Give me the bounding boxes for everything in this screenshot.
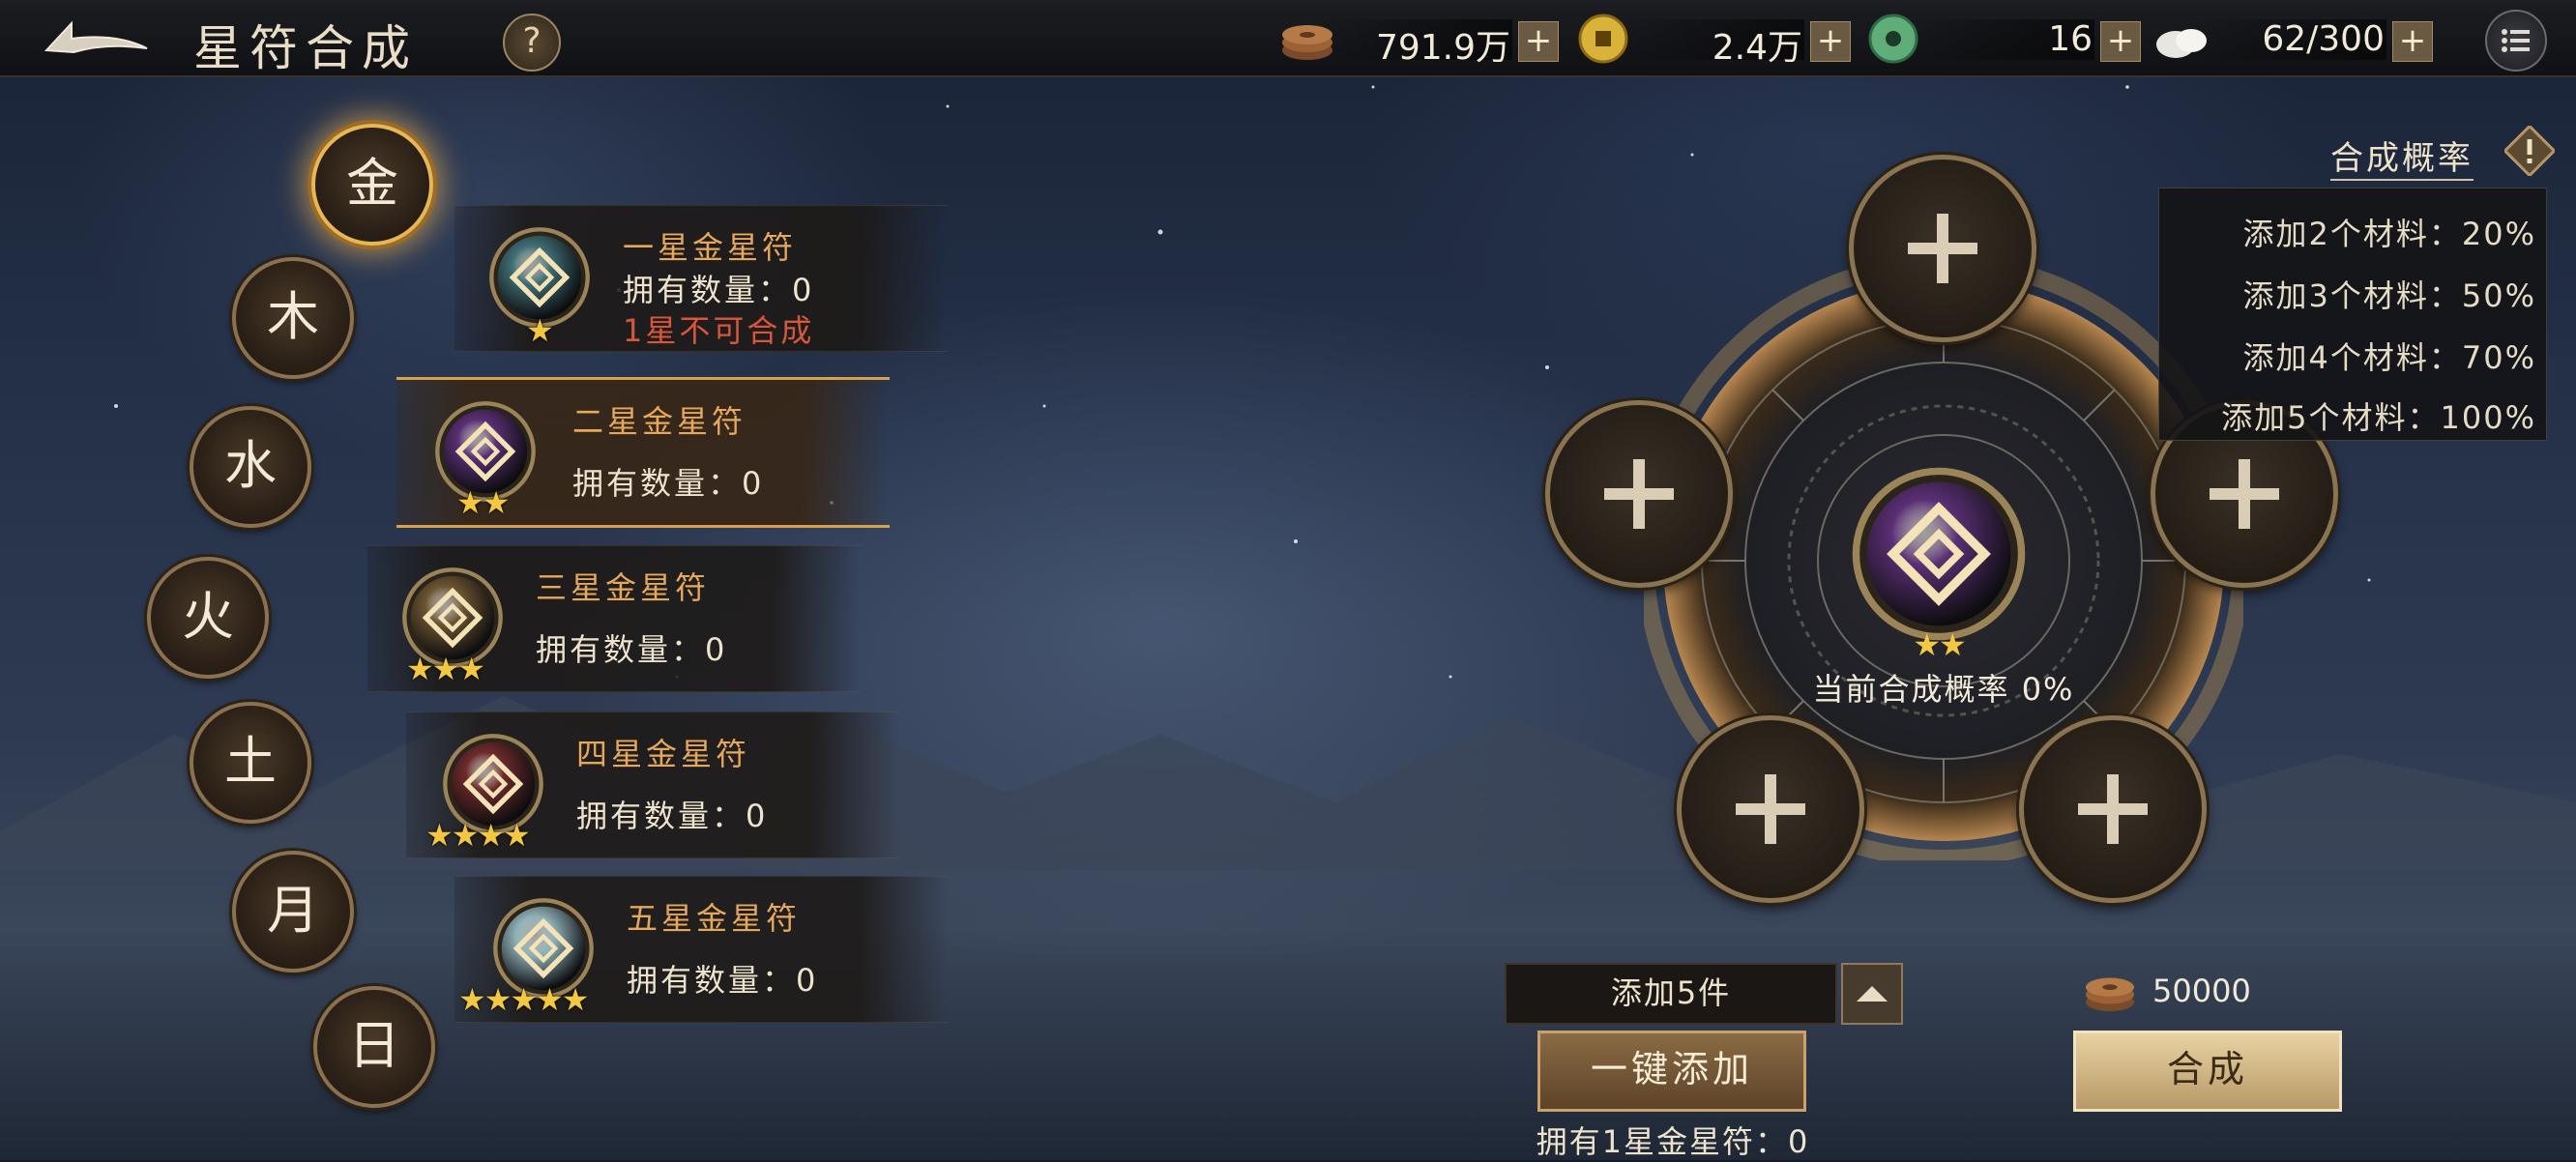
rune-row-2star[interactable]: 二星金星符 拥有数量：0 ★★ bbox=[396, 377, 890, 528]
current-rate-label: 当前合成概率 0% bbox=[1812, 671, 2075, 708]
resource-gold: 2.4万 + bbox=[1574, 12, 1860, 68]
rune-owned-count: 拥有数量：0 bbox=[576, 798, 769, 834]
top-bar: 星符合成 ? 791.9万 + 2.4万 + 16 + 62/300 + bbox=[0, 0, 2576, 77]
copper-coins-icon bbox=[1282, 25, 1332, 60]
stamina-bun-icon bbox=[2156, 29, 2207, 58]
rune-row-3star[interactable]: 三星金星符 拥有数量：0 ★★★ bbox=[367, 545, 861, 692]
jade-disc-icon bbox=[1868, 14, 1918, 64]
gold-coin-icon bbox=[1578, 14, 1628, 64]
probability-panel: 添加2个材料：20% 添加3个材料：50% 添加4个材料：70% 添加5个材料：… bbox=[2158, 188, 2547, 441]
menu-list-icon[interactable] bbox=[2485, 10, 2547, 72]
element-moon-button[interactable]: 月 bbox=[232, 851, 354, 973]
resource-stamina: 62/300 + bbox=[2152, 12, 2443, 66]
rune-stars: ★★★ bbox=[406, 651, 485, 687]
rune-owned-count: 拥有数量：0 bbox=[572, 465, 765, 502]
target-rune-stars: ★★ bbox=[1913, 626, 1966, 663]
rune-stars: ★★★★ bbox=[425, 817, 531, 854]
rune-name: 二星金星符 bbox=[572, 403, 747, 440]
material-slot-left[interactable] bbox=[1545, 400, 1733, 588]
probability-line: 添加2个材料：20% bbox=[2242, 216, 2536, 252]
synthesize-button[interactable]: 合成 bbox=[2073, 1031, 2342, 1112]
probability-title[interactable]: 合成概率 bbox=[2330, 131, 2474, 181]
cost-value: 50000 bbox=[2152, 973, 2251, 1009]
element-wood-button[interactable]: 木 bbox=[232, 257, 354, 379]
rune-stars: ★★★★★ bbox=[458, 981, 589, 1018]
exclamation-info-icon[interactable] bbox=[2504, 126, 2555, 176]
resource-jade: 16 + bbox=[1864, 12, 2151, 66]
copper-coins-icon bbox=[2086, 977, 2134, 1012]
chevron-up-icon[interactable] bbox=[1841, 963, 1903, 1025]
rune-stars: ★★ bbox=[456, 484, 510, 521]
rune-name: 四星金星符 bbox=[576, 736, 751, 772]
page-title: 星符合成 bbox=[193, 20, 418, 76]
material-slot-bottom-right[interactable] bbox=[2019, 715, 2207, 903]
rune-row-1star[interactable]: 一星金星符 拥有数量：0 1星不可合成 ★ bbox=[454, 205, 948, 352]
help-button[interactable]: ? bbox=[503, 14, 561, 72]
rune-name: 五星金星符 bbox=[627, 900, 802, 937]
rune-name: 三星金星符 bbox=[536, 569, 711, 606]
rune-owned-count: 拥有数量：0 bbox=[623, 272, 815, 308]
owned-1star-count: 拥有1星金星符：0 bbox=[1536, 1123, 1810, 1160]
rune-row-4star[interactable]: 四星金星符 拥有数量：0 ★★★★ bbox=[406, 712, 899, 858]
material-slot-bottom-left[interactable] bbox=[1677, 715, 1864, 903]
target-rune-orb-icon bbox=[1849, 464, 2029, 644]
rune-warning: 1星不可合成 bbox=[623, 312, 815, 349]
probability-line: 添加5个材料：100% bbox=[2221, 399, 2536, 436]
material-slot-top[interactable] bbox=[1849, 155, 2036, 342]
element-earth-button[interactable]: 土 bbox=[190, 702, 311, 824]
element-water-button[interactable]: 水 bbox=[190, 406, 311, 528]
add-stamina-button[interactable]: + bbox=[2392, 21, 2433, 62]
probability-line: 添加4个材料：70% bbox=[2242, 339, 2536, 376]
rune-row-5star[interactable]: 五星金星符 拥有数量：0 ★★★★★ bbox=[454, 876, 948, 1023]
element-fire-button[interactable]: 火 bbox=[147, 557, 269, 679]
add-jade-button[interactable]: + bbox=[2100, 21, 2141, 62]
copper-value: 791.9万 bbox=[1375, 28, 1510, 68]
rune-stars: ★ bbox=[526, 312, 554, 349]
gold-value: 2.4万 bbox=[1712, 28, 1802, 68]
back-arrow-icon[interactable] bbox=[39, 14, 155, 62]
add-all-button[interactable]: 一键添加 bbox=[1537, 1031, 1806, 1112]
material-count-select[interactable]: 添加5件 bbox=[1505, 963, 1837, 1025]
jade-value: 16 bbox=[2048, 19, 2093, 59]
rune-name: 一星金星符 bbox=[623, 229, 798, 266]
probability-line: 添加3个材料：50% bbox=[2242, 277, 2536, 314]
add-gold-button[interactable]: + bbox=[1810, 21, 1851, 62]
element-metal-button[interactable]: 金 bbox=[311, 124, 433, 246]
element-sun-button[interactable]: 日 bbox=[313, 986, 435, 1108]
rune-owned-count: 拥有数量：0 bbox=[627, 962, 819, 999]
rune-owned-count: 拥有数量：0 bbox=[536, 631, 728, 668]
stamina-value: 62/300 bbox=[2262, 19, 2385, 59]
add-copper-button[interactable]: + bbox=[1518, 21, 1559, 62]
resource-copper: 791.9万 + bbox=[1278, 12, 1568, 68]
